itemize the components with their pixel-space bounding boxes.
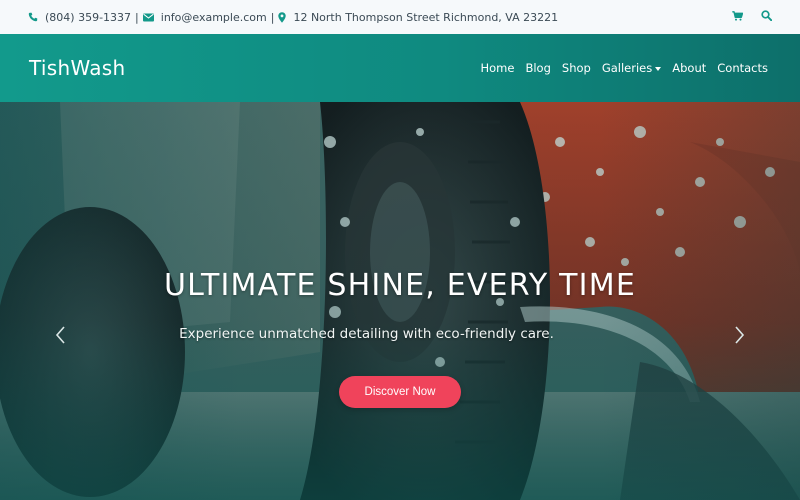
nav-blog[interactable]: Blog [520, 61, 556, 75]
email-address[interactable]: info@example.com [161, 11, 267, 24]
nav-home[interactable]: Home [475, 61, 520, 75]
nav-contacts[interactable]: Contacts [712, 61, 772, 75]
nav-about[interactable]: About [667, 61, 712, 75]
hero-slider: ULTIMATE SHINE, EVERY TIME Experience un… [0, 102, 800, 500]
map-marker-icon [278, 11, 287, 23]
site-logo[interactable]: TishWash [29, 56, 126, 80]
slider-prev-arrow[interactable] [52, 324, 68, 346]
slider-next-arrow[interactable] [732, 324, 748, 346]
nav-galleries[interactable]: Galleries [596, 61, 666, 75]
street-address: 12 North Thompson Street Richmond, VA 23… [293, 10, 559, 24]
separator: | [135, 10, 139, 24]
hero-title: ULTIMATE SHINE, EVERY TIME [164, 268, 636, 303]
envelope-icon [142, 13, 154, 22]
separator: | [270, 10, 275, 24]
contact-info: (804) 359-1337 | info@example.com | 12 N… [28, 11, 558, 24]
cart-icon[interactable] [732, 10, 744, 24]
hero-subtitle: Experience unmatched detailing with eco-… [179, 326, 554, 342]
nav-galleries-label: Galleries [601, 61, 653, 75]
phone-icon [28, 12, 38, 22]
chevron-left-icon [55, 326, 65, 344]
phone-number[interactable]: (804) 359-1337 [45, 11, 131, 24]
nav-shop[interactable]: Shop [556, 61, 596, 75]
site-header: TishWash Home Blog Shop Galleries About … [0, 34, 800, 102]
chevron-down-icon [655, 66, 662, 71]
search-icon[interactable] [761, 10, 773, 24]
discover-now-button[interactable]: Discover Now [339, 376, 461, 408]
main-nav: Home Blog Shop Galleries About Contacts [475, 61, 772, 75]
top-info-bar: (804) 359-1337 | info@example.com | 12 N… [0, 0, 800, 34]
chevron-right-icon [735, 326, 745, 344]
topbar-actions [732, 10, 773, 24]
